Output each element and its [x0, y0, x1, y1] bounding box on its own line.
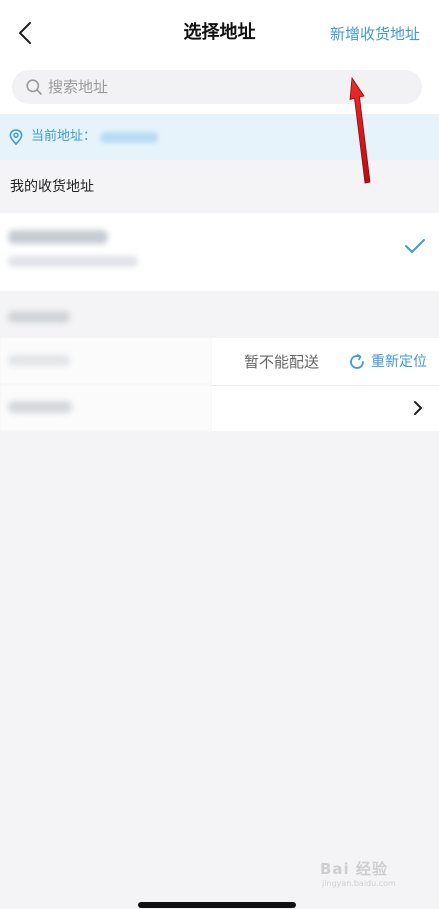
nearby-section-title	[8, 311, 70, 323]
nearby-address-list	[0, 300, 212, 431]
relocate-label: 重新定位	[371, 354, 427, 370]
delivery-status: 暂不能配送	[244, 353, 320, 371]
home-indicator[interactable]	[138, 902, 296, 908]
section-title-my-addresses: 我的收货地址	[10, 179, 94, 195]
list-item-label	[8, 401, 72, 413]
add-address-button[interactable]: 新增收货地址	[330, 22, 420, 46]
chevron-right-icon	[414, 401, 422, 415]
watermark: Bai 经验 jingyan.baidu.com	[320, 852, 420, 892]
watermark-text: Bai 经验	[320, 860, 388, 878]
nearby-address-row[interactable]: 暂不能配送 重新定位	[212, 338, 439, 386]
address-contact	[8, 230, 108, 244]
more-row[interactable]	[212, 386, 439, 431]
watermark-subtext: jingyan.baidu.com	[322, 879, 396, 888]
search-icon	[26, 79, 42, 95]
location-pin-icon	[9, 129, 23, 145]
current-location-label: 当前地址：	[31, 129, 97, 144]
list-item-label	[8, 355, 70, 366]
address-card[interactable]	[0, 213, 439, 291]
navigation-bar: 选择地址 新增收货地址	[0, 0, 439, 66]
checkmark-icon	[405, 239, 425, 253]
current-location-value	[100, 132, 158, 143]
annotation-arrow-icon	[349, 76, 371, 184]
address-detail	[8, 256, 138, 267]
refresh-icon	[350, 354, 364, 369]
